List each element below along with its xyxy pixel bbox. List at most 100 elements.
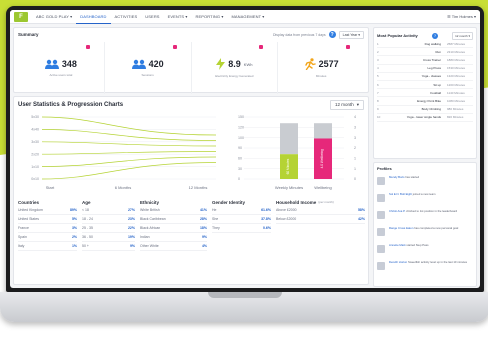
activity-count: 2587 Minutes — [447, 41, 466, 46]
countries-row-label: Spain — [18, 235, 27, 239]
nav-item-dashboard[interactable]: DASHBOARD — [76, 10, 111, 24]
profile-name[interactable]: Mendy Boris — [389, 175, 405, 179]
activity-row[interactable]: 9 Body Climbing 980 Minutes — [377, 106, 473, 114]
profile-item[interactable]: Sol E.N. Bolt Eight joined a new team — [377, 192, 473, 210]
y-tick-label: 0x10 — [31, 177, 39, 181]
income-column: Household Income (per month) Above £2000… — [276, 198, 370, 282]
countries-row-label: United Kingdom — [18, 208, 43, 212]
kpi-value: 420 — [148, 59, 164, 69]
activity-rank: 9 — [377, 107, 379, 112]
ethnicity-row-value: 41% — [199, 208, 207, 212]
countries-row: Italy 1% — [18, 242, 77, 251]
popular-period-select[interactable]: 12 month ▾ — [452, 31, 473, 40]
ethnicity-row-label: White British — [140, 208, 160, 212]
series-line — [41, 151, 217, 155]
activity-row[interactable]: 1 Dog walking 2587 Minutes — [377, 40, 473, 49]
nav-item-activities[interactable]: ACTIVITIES — [111, 10, 142, 24]
kpi-label: Sessions — [141, 73, 154, 77]
nav-item-users[interactable]: USERS — [141, 10, 163, 24]
activity-count: 1320 Minutes — [447, 74, 466, 79]
age-title: Age — [82, 199, 91, 205]
nav-item-events[interactable]: EVENTS ▾ — [164, 10, 192, 24]
summary-card: Summary Display data from previous 7 day… — [13, 27, 369, 94]
kpi-sessions: 420 Sessions — [105, 42, 192, 94]
profile-name[interactable]: Christi Ava P. — [389, 209, 405, 213]
profile-item[interactable]: Christi Ava P. climbed to 1st position i… — [377, 209, 473, 227]
ethnicity-row-label: Other White — [140, 244, 159, 248]
avatar — [377, 245, 385, 253]
income-row-value: 58% — [357, 208, 365, 212]
kpi-minutes: 2577 Minutes — [278, 42, 364, 94]
ethnicity-row: Indian 9% — [140, 233, 207, 242]
x-tick-label: 12 Months — [189, 185, 208, 190]
avatar — [377, 177, 385, 185]
popular-activity-card: Most Popular Activity ? 12 month ▾ 1 Dog … — [373, 27, 477, 159]
age-row: 18 - 24 23% — [82, 215, 135, 224]
summary-period-select[interactable]: Last Year ▾ — [338, 30, 364, 39]
activity-row[interactable]: 6 Sit up 1200 Minutes — [377, 81, 473, 90]
age-row-value: 27% — [127, 208, 135, 212]
age-row-label: < 18 — [82, 208, 89, 212]
gender-column: Gender Identity He 61.6% She 37.8% They 0.6% — [212, 198, 276, 282]
activity-row[interactable]: 5 Yoga - classes 1320 Minutes — [377, 73, 473, 81]
series-line — [41, 141, 217, 147]
activity-row[interactable]: 3 Cross Trainer 1880 Minutes — [377, 56, 473, 65]
ethnicity-row-value: 9% — [201, 235, 207, 239]
age-row-value: 22% — [127, 226, 135, 230]
avatar — [377, 194, 385, 202]
laptop-notch — [208, 292, 282, 298]
profile-name[interactable]: Dereith Horton — [389, 260, 407, 264]
activity-row[interactable]: 7 Football 1140 Minutes — [377, 89, 473, 98]
activity-count: 980 Minutes — [447, 107, 464, 112]
kpi-active-users: 348 Active users total — [18, 42, 105, 94]
ethnicity-column: Ethnicity White British 41% Black Caribbea… — [140, 198, 212, 282]
kpi-label: Minutes — [315, 74, 327, 78]
activity-rank: 3 — [377, 57, 379, 62]
help-icon[interactable]: ? — [431, 32, 438, 39]
age-row: 50 + 9% — [82, 242, 135, 251]
main-content: Summary Display data from previous 7 day… — [10, 24, 372, 288]
activity-name: Sit up — [433, 82, 441, 87]
activity-row[interactable]: 10 Yoga - lower single hands 820 Minutes — [377, 114, 473, 122]
kpi-label: Electricity Energy Generated — [215, 74, 254, 78]
profile-name[interactable]: Range Cross Eaton — [389, 226, 413, 230]
x-tick-label: 6 Months — [115, 185, 131, 190]
activity-rank: 5 — [377, 74, 379, 79]
y-tick-label: 1x10 — [31, 165, 39, 169]
nav-item-reporting[interactable]: REPORTING ▾ — [192, 10, 228, 24]
profile-name[interactable]: Sol E.N. Bolt Eight — [389, 192, 412, 196]
profile-item[interactable]: Dereith Horton Sweetfish activity level … — [377, 260, 473, 278]
ethnicity-row-value: 28% — [199, 217, 207, 221]
app-logo[interactable]: F — [14, 11, 28, 22]
age-row-label: 25 - 35 — [82, 226, 93, 230]
income-row: Below £2000 42% — [276, 215, 365, 224]
right-panel: Most Popular Activity ? 12 month ▾ 1 Dog … — [373, 24, 480, 288]
series-line — [41, 156, 217, 167]
avatar — [377, 211, 385, 219]
app-screen: F ABC GOLD PLAY ▾ DASHBOARD ACTIVITIES U… — [10, 10, 480, 288]
profile-item[interactable]: Annette Mark started Step Pass — [377, 243, 473, 261]
left-axis-tick: 90 — [238, 146, 242, 150]
right-axis-tick: 2 — [354, 146, 356, 150]
activity-row[interactable]: 2 Run 2310 Minutes — [377, 48, 473, 57]
age-row-value: 19% — [127, 235, 135, 239]
income-row-value: 42% — [357, 217, 365, 221]
nav-item-org[interactable]: ABC GOLD PLAY ▾ — [32, 10, 76, 24]
stats-period-select[interactable]: 12 month ▾ — [329, 99, 364, 110]
right-axis-tick: 0 — [354, 177, 356, 181]
profile-item[interactable]: Mendy Boris has started — [377, 175, 473, 193]
gender-row-value: 61.6% — [261, 208, 271, 212]
profile-item[interactable]: Range Cross Eaton has completed a new pe… — [377, 226, 473, 244]
kpi-value: 8.9 — [228, 59, 241, 69]
right-axis-tick: 4 — [354, 115, 356, 119]
activity-row[interactable]: 8 Energy Point Bike 1080 Minutes — [377, 97, 473, 106]
help-icon[interactable]: ? — [328, 31, 336, 38]
countries-row-value: 3% — [71, 226, 77, 230]
activity-row[interactable]: 4 Leg Press 1530 Minutes — [377, 65, 473, 73]
nav-item-management[interactable]: MANAGEMENT ▾ — [227, 10, 268, 24]
profile-name[interactable]: Annette Mark — [389, 243, 406, 247]
ethnicity-row-label: Indian — [140, 235, 150, 239]
activity-name: Run — [435, 49, 441, 54]
age-row-value: 9% — [129, 244, 135, 248]
user-menu[interactable]: ☰ Tim Holmes ▾ — [447, 14, 476, 19]
